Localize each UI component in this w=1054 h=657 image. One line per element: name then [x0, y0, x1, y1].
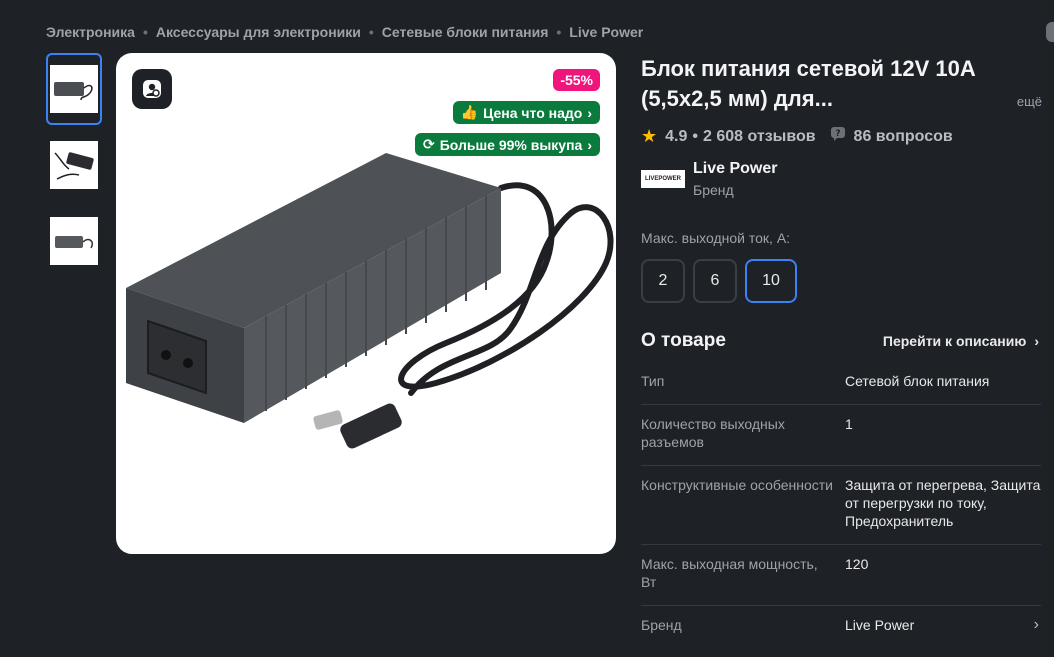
questions-link[interactable]: 86 вопросов: [854, 128, 953, 146]
spec-row-brand[interactable]: Бренд Live Power ›: [641, 606, 1041, 648]
questions-icon: ?: [830, 126, 846, 147]
thumbnail-image: [50, 65, 98, 113]
chevron-right-icon: ›: [587, 104, 592, 121]
spec-row: Макс. выходная мощность, Вт 120: [641, 545, 1041, 606]
title-more-link[interactable]: ещё: [1017, 94, 1042, 109]
spec-value: 120: [845, 556, 869, 572]
spec-key: Макс. выходная мощность, Вт: [641, 556, 818, 590]
brand-subtitle: Бренд: [693, 182, 734, 198]
option-2a[interactable]: 2: [641, 259, 685, 303]
rating-separator: •: [692, 127, 698, 145]
current-options: 2 6 10: [641, 259, 797, 303]
option-10a[interactable]: 10: [745, 259, 797, 303]
breadcrumb-separator: •: [368, 24, 374, 40]
current-option-label: Макс. выходной ток, А:: [641, 230, 791, 246]
spec-row: Тип Сетевой блок питания: [641, 362, 1041, 405]
breadcrumb-item-brand[interactable]: Live Power: [569, 24, 643, 40]
discount-badge: -55%: [553, 69, 600, 91]
breadcrumb-separator: •: [142, 24, 148, 40]
spec-value: Защита от перегрева, Защита от перегрузк…: [845, 477, 1041, 529]
thumbnail-list: [46, 53, 102, 281]
chevron-right-icon: ›: [1033, 616, 1039, 633]
breadcrumb-item-electronics[interactable]: Электроника: [46, 24, 135, 40]
image-search-button[interactable]: [132, 69, 172, 109]
rating-row: ★ 4.9 • 2 608 отзывов ? 86 вопросов: [641, 126, 953, 147]
spec-row: Количество выходных разъемов 1: [641, 405, 1041, 466]
about-header: О товаре Перейти к описанию ›: [641, 330, 1039, 352]
rating-value: 4.9: [665, 127, 688, 145]
image-search-icon: [143, 80, 161, 98]
spec-key: Бренд: [641, 617, 682, 633]
about-title: О товаре: [641, 330, 726, 351]
star-icon: ★: [641, 126, 658, 146]
thumbnail-1[interactable]: [46, 53, 102, 125]
product-image: [126, 153, 614, 449]
breadcrumb-item-accessories[interactable]: Аксессуары для электроники: [156, 24, 361, 40]
thumbnail-3[interactable]: [46, 205, 102, 277]
breadcrumb-separator: •: [556, 24, 562, 40]
product-gallery[interactable]: -55% 👍 Цена что надо › ⟳ Больше 99% выку…: [116, 53, 616, 554]
spec-key: Конструктивные особенности: [641, 477, 833, 493]
thumbnail-image: [50, 141, 98, 189]
spec-table: Тип Сетевой блок питания Количество выхо…: [641, 362, 1041, 648]
spec-value: Live Power: [845, 617, 915, 633]
spec-value: Сетевой блок питания: [845, 373, 990, 389]
thumbnail-2[interactable]: [46, 129, 102, 201]
spec-key: Тип: [641, 373, 665, 389]
scroll-indicator: [1046, 22, 1054, 42]
product-title: Блок питания сетевой 12V 10A (5,5x2,5 мм…: [641, 56, 975, 111]
brand-name: Live Power: [693, 160, 778, 177]
brand-block[interactable]: LIVEPOWER Live Power Бренд: [641, 160, 777, 198]
go-to-description-label: Перейти к описанию: [882, 333, 1027, 349]
option-6a[interactable]: 6: [693, 259, 737, 303]
spec-key: Количество выходных разъемов: [641, 416, 785, 450]
price-badge[interactable]: 👍 Цена что надо ›: [452, 101, 600, 124]
chevron-right-icon: ›: [587, 136, 592, 153]
brand-logo: LIVEPOWER: [641, 170, 685, 188]
spec-row: Конструктивные особенности Защита от пер…: [641, 466, 1041, 545]
buyout-badge-label: Больше 99% выкупа: [439, 136, 583, 153]
refresh-icon: ⟳: [422, 136, 435, 152]
thumbs-up-icon: 👍: [460, 104, 479, 120]
breadcrumb: Электроника • Аксессуары для электроники…: [46, 24, 643, 40]
chevron-right-icon: ›: [1034, 333, 1039, 349]
spec-value: 1: [845, 416, 853, 432]
svg-text:?: ?: [835, 129, 840, 139]
buyout-badge[interactable]: ⟳ Больше 99% выкупа ›: [414, 133, 600, 156]
breadcrumb-item-power-supplies[interactable]: Сетевые блоки питания: [382, 24, 549, 40]
reviews-link[interactable]: 2 608 отзывов: [703, 128, 816, 146]
go-to-description-link[interactable]: Перейти к описанию ›: [883, 333, 1039, 349]
thumbnail-image: [50, 217, 98, 265]
price-badge-label: Цена что надо: [483, 104, 583, 121]
